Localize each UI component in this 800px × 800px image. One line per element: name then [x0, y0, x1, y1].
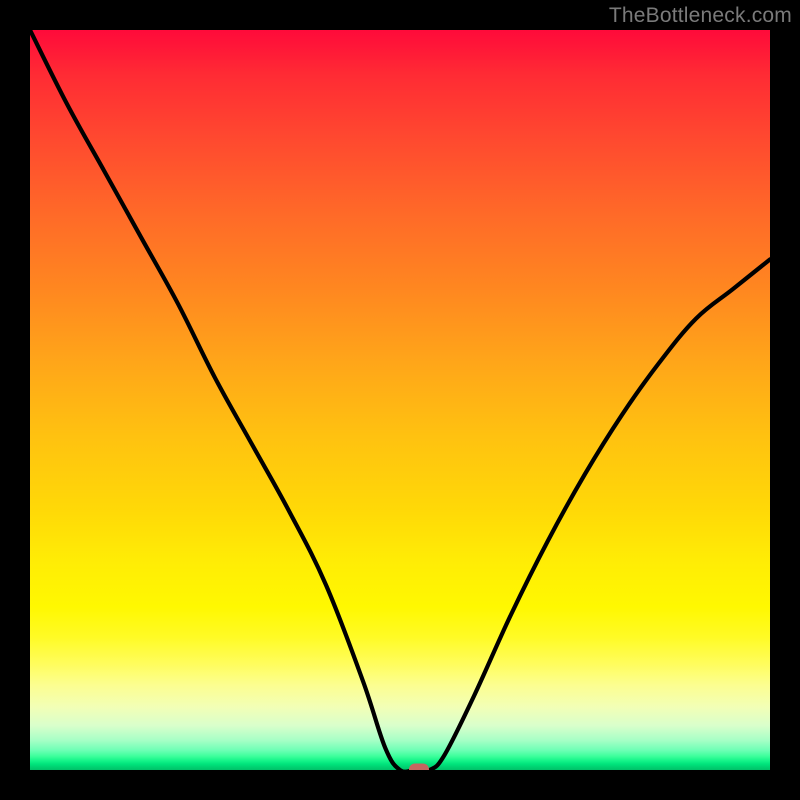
bottleneck-curve — [30, 30, 770, 770]
chart-frame: TheBottleneck.com — [0, 0, 800, 800]
plot-area — [30, 30, 770, 770]
optimal-marker — [409, 764, 429, 771]
watermark-text: TheBottleneck.com — [609, 4, 792, 28]
curve-layer — [30, 30, 770, 770]
